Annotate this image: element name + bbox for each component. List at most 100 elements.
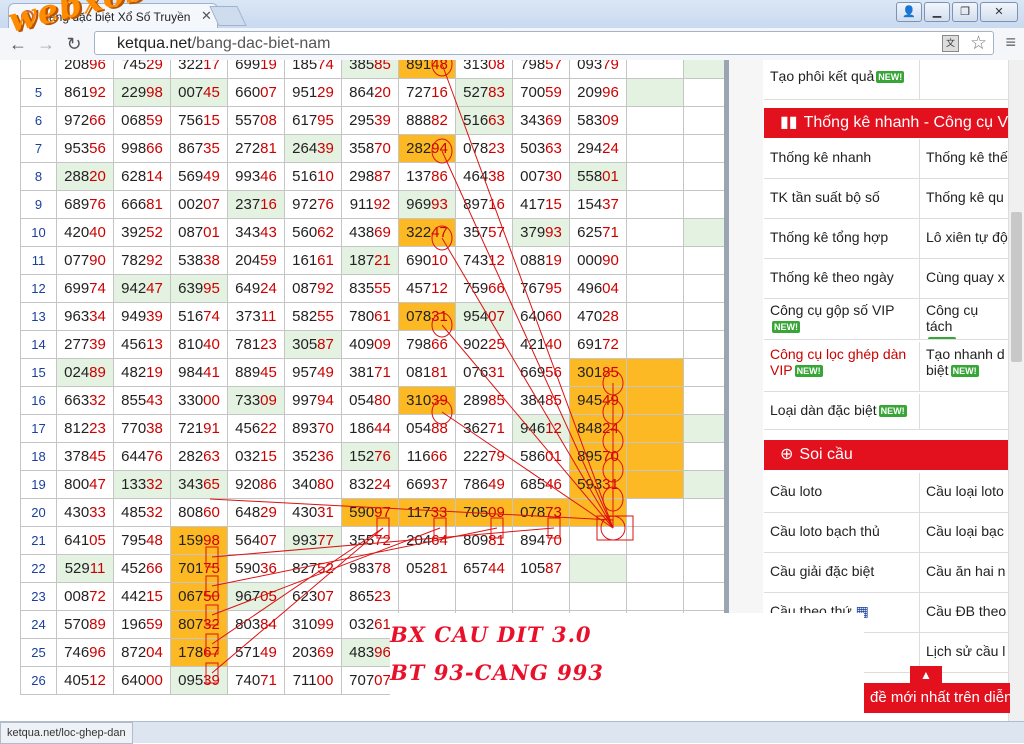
result-tail-digits: 29 bbox=[146, 60, 163, 73]
minimize-icon[interactable]: ▁ bbox=[924, 2, 950, 22]
result-head-digits: 485 bbox=[121, 504, 147, 521]
result-tail-digits: 92 bbox=[317, 280, 334, 297]
result-tail-digits: 92 bbox=[89, 84, 106, 101]
soi-cau-item[interactable]: Cầu loại loto bbox=[920, 473, 1014, 513]
result-tail-digits: 66 bbox=[146, 560, 163, 577]
restore-icon[interactable]: ❐ bbox=[952, 2, 978, 22]
result-tail-digits: 48 bbox=[146, 532, 163, 549]
result-cell: 51610 bbox=[284, 162, 342, 191]
result-cell: 96993 bbox=[398, 190, 456, 219]
stats-item[interactable]: Thống kê nhanh bbox=[764, 139, 920, 179]
close-tab-icon[interactable]: ✕ bbox=[201, 8, 212, 24]
result-cell: 59036 bbox=[227, 554, 285, 583]
result-head-digits: 894 bbox=[520, 532, 546, 549]
result-cell: 94939 bbox=[113, 302, 171, 331]
soi-cau-item[interactable]: Cầu ăn hai n bbox=[920, 553, 1014, 593]
stats-item[interactable]: Thống kê qu bbox=[920, 179, 1014, 219]
stats-item[interactable]: TK tần suất bộ số bbox=[764, 179, 920, 219]
result-tail-digits: 59 bbox=[545, 84, 562, 101]
result-head-digits: 983 bbox=[349, 560, 375, 577]
result-head-digits: 705 bbox=[463, 504, 489, 521]
close-window-icon[interactable]: ✕ bbox=[980, 2, 1018, 22]
result-cell: 79857 bbox=[512, 60, 570, 79]
result-tail-digits: 14 bbox=[146, 168, 163, 185]
result-tail-digits: 61 bbox=[374, 308, 391, 325]
result-head-digits: 116 bbox=[406, 448, 431, 465]
result-head-digits: 800 bbox=[64, 476, 90, 493]
new-badge: NEW! bbox=[876, 71, 905, 84]
result-head-digits: 867 bbox=[178, 140, 204, 157]
result-tail-digits: 36 bbox=[317, 448, 334, 465]
result-head-digits: 392 bbox=[121, 224, 147, 241]
result-tail-digits: 29 bbox=[317, 84, 334, 101]
table-row: 15 02489 48219 98441 88945 95749 38171 08181 076… bbox=[20, 358, 741, 387]
result-tail-digits: 43 bbox=[146, 392, 163, 409]
result-tail-digits: 72 bbox=[89, 588, 106, 605]
result-head-digits: 657 bbox=[463, 560, 489, 577]
row-index: 5 bbox=[20, 78, 57, 107]
sidebar-item-loc-ghep-dan[interactable]: Công cụ lọc ghép dàn VIP NEW! bbox=[764, 342, 920, 392]
stats-item[interactable]: Thống kê tổng hợp bbox=[764, 219, 920, 259]
forward-icon[interactable]: → bbox=[34, 32, 58, 56]
stats-item[interactable]: Thống kê thế bbox=[920, 139, 1014, 179]
row-index: 25 bbox=[20, 638, 57, 667]
stats-item[interactable]: Thống kê theo ngày bbox=[764, 259, 920, 299]
reload-icon[interactable]: ↻ bbox=[62, 32, 86, 56]
scroll-top-button[interactable]: ▲ bbox=[910, 666, 942, 684]
result-tail-digits: 40 bbox=[203, 336, 220, 353]
user-icon[interactable]: 👤 bbox=[896, 2, 922, 22]
stats-item[interactable]: Lô xiên tự độ bbox=[920, 219, 1014, 259]
row-index: 14 bbox=[20, 330, 57, 359]
result-cell: 99794 bbox=[284, 386, 342, 415]
result-head-digits: 570 bbox=[64, 616, 90, 633]
result-head-digits: 229 bbox=[121, 84, 147, 101]
bookmark-star-icon[interactable]: ☆ bbox=[970, 32, 987, 55]
result-cell bbox=[626, 60, 684, 79]
result-cell: 16161 bbox=[284, 246, 342, 275]
result-head-digits: 691 bbox=[577, 336, 603, 353]
result-head-digits: 133 bbox=[121, 476, 147, 493]
forum-news-bar[interactable]: đề mới nhất trên diễn bbox=[864, 683, 1010, 713]
result-head-digits: 759 bbox=[463, 280, 489, 297]
result-head-digits: 032 bbox=[349, 616, 375, 633]
soi-cau-item[interactable]: Cầu giải đặc biệt bbox=[764, 553, 920, 593]
result-tail-digits: 48 bbox=[431, 60, 448, 73]
result-tail-digits: 90 bbox=[602, 252, 619, 269]
result-head-digits: 660 bbox=[235, 84, 261, 101]
sidebar-item-loai-dan[interactable]: Loại dàn đặc biệt NEW! bbox=[764, 394, 920, 430]
result-head-digits: 277 bbox=[64, 336, 90, 353]
sidebar-item-tao-nhanh[interactable]: Tạo nhanh d biệt NEW! bbox=[920, 342, 1014, 392]
soi-cau-item[interactable]: Cầu loto bạch thủ bbox=[764, 513, 920, 553]
scrollbar-thumb[interactable] bbox=[1011, 212, 1022, 362]
result-cell: 64924 bbox=[227, 274, 285, 303]
stats-item-label: TK tần suất bộ số bbox=[770, 189, 880, 205]
translate-icon[interactable]: 文 bbox=[942, 35, 959, 52]
result-head-digits: 625 bbox=[577, 224, 603, 241]
sidebar-item-tao-phoi[interactable]: Tạo phôi kết quả NEW! bbox=[764, 60, 920, 100]
result-cell: 88882 bbox=[398, 106, 456, 135]
result-head-digits: 767 bbox=[520, 280, 546, 297]
sidebar-item-cong-cu-gop[interactable]: Công cụ gộp số VIP NEW! bbox=[764, 298, 920, 340]
soi-cau-item[interactable]: Cầu loto bbox=[764, 473, 920, 513]
row-index: 7 bbox=[20, 134, 57, 163]
result-cell: 43033 bbox=[56, 498, 114, 527]
stats-item[interactable]: Cùng quay x bbox=[920, 259, 1014, 299]
result-head-digits: 310 bbox=[292, 616, 318, 633]
result-tail-digits: 85 bbox=[545, 392, 562, 409]
result-cell bbox=[626, 470, 684, 499]
address-bar[interactable]: ketqua.net/bang-dac-biet-nam 文 ☆ bbox=[94, 31, 994, 55]
sidebar-item-cong-cu-tach[interactable]: Công cụ tách NEW! bbox=[920, 298, 1014, 340]
result-head-digits: 154 bbox=[577, 196, 603, 213]
page-scrollbar[interactable] bbox=[1008, 60, 1024, 721]
result-head-digits: 972 bbox=[64, 112, 90, 129]
result-tail-digits: 89 bbox=[89, 364, 106, 381]
soi-cau-item[interactable]: Cầu loại bạc bbox=[920, 513, 1014, 553]
result-cell: 37311 bbox=[227, 302, 285, 331]
result-cell: 73309 bbox=[227, 386, 285, 415]
browser-menu-icon[interactable]: ≡ bbox=[1005, 32, 1016, 53]
soi-cau-item[interactable]: Cầu ĐB theo bbox=[920, 593, 1014, 633]
result-tail-digits: 39 bbox=[317, 140, 334, 157]
result-tail-digits: 37 bbox=[431, 476, 448, 493]
result-cell: 80384 bbox=[227, 610, 285, 639]
result-head-digits: 032 bbox=[235, 448, 261, 465]
